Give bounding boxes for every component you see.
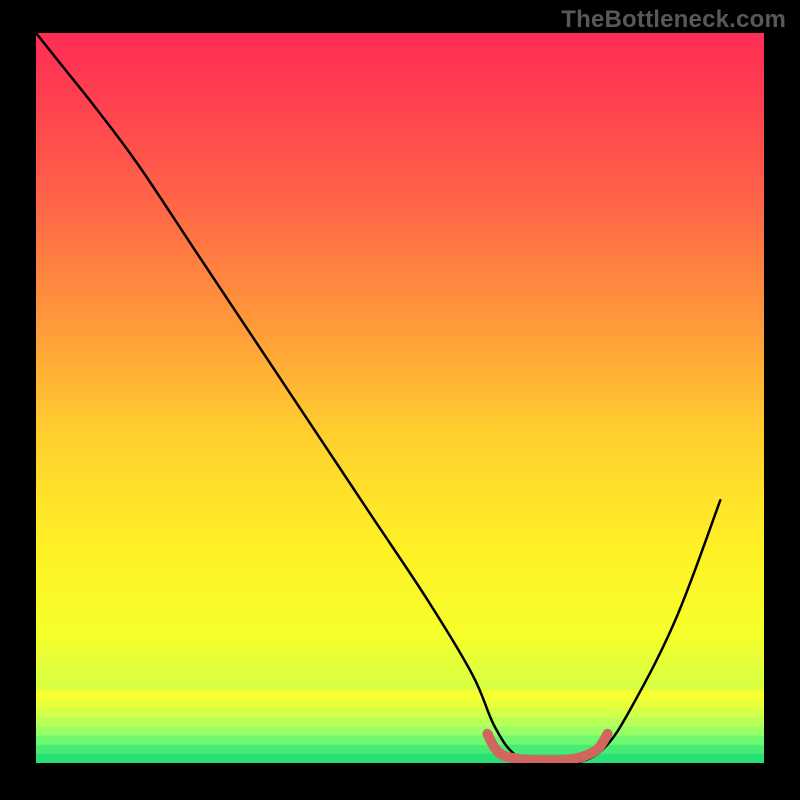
bottom-color-bands — [36, 690, 764, 764]
chart-container: TheBottleneck.com — [0, 0, 800, 800]
plot-area — [36, 33, 764, 765]
frame-right — [764, 0, 800, 800]
frame-left — [0, 0, 36, 800]
gradient-background — [36, 33, 764, 763]
bottleneck-chart — [0, 0, 800, 800]
watermark-text: TheBottleneck.com — [561, 6, 786, 34]
frame-bottom — [0, 763, 800, 800]
